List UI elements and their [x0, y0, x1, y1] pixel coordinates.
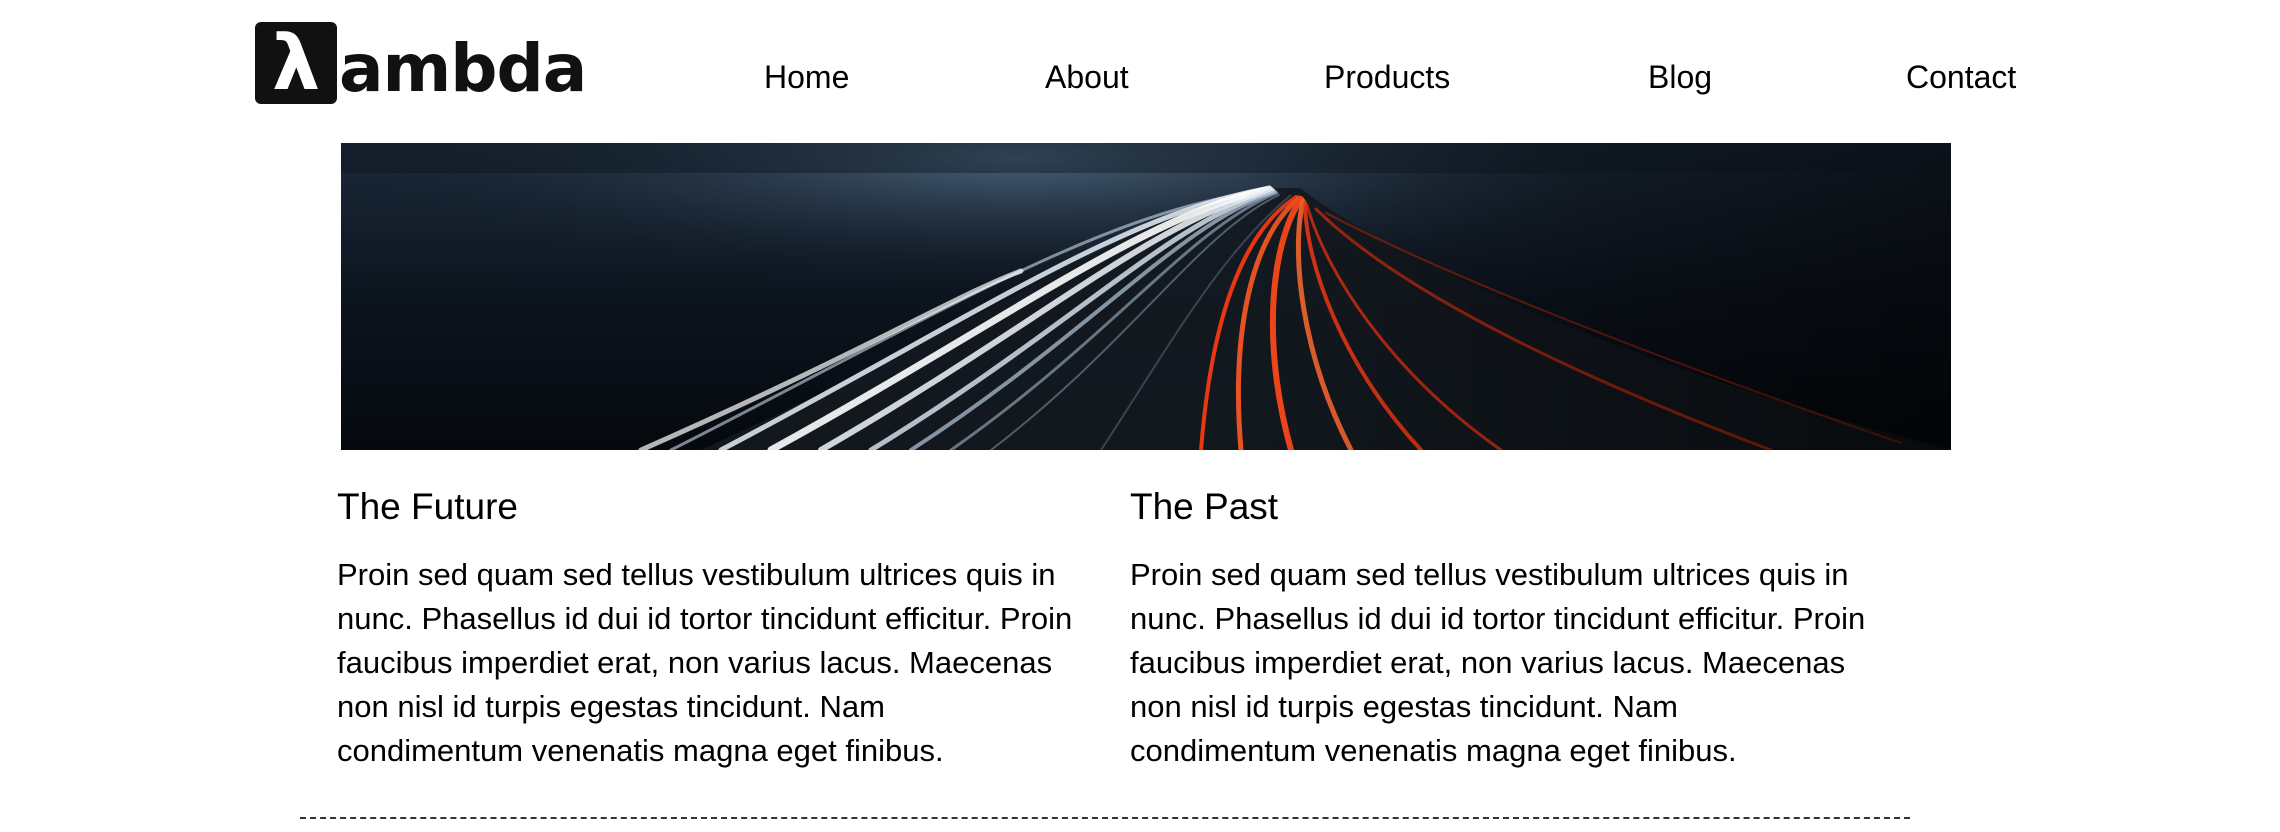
- highway-light-trails-image: [341, 143, 1951, 450]
- column-the-past: The Past Proin sed quam sed tellus vesti…: [1130, 485, 1870, 768]
- column-body: Proin sed quam sed tellus vestibulum ult…: [337, 557, 1073, 768]
- nav-blog[interactable]: Blog: [1648, 57, 1712, 97]
- nav-home[interactable]: Home: [764, 57, 849, 97]
- lambda-logo[interactable]: λ ambda: [255, 22, 587, 107]
- column-title: The Past: [1130, 486, 1279, 527]
- lambda-logo-mark: λ: [255, 22, 337, 104]
- page: λ ambda Home About Products Blog Contact: [0, 0, 2280, 832]
- lambda-symbol: λ: [271, 18, 321, 107]
- site-header: λ ambda Home About Products Blog Contact: [0, 0, 2280, 140]
- column-title: The Future: [337, 486, 518, 527]
- hero-image: [341, 143, 1951, 450]
- column-body: Proin sed quam sed tellus vestibulum ult…: [1130, 557, 1866, 768]
- logo-text: ambda: [339, 30, 587, 107]
- nav-about[interactable]: About: [1045, 57, 1129, 97]
- dashed-divider: [300, 817, 1910, 819]
- column-the-future: The Future Proin sed quam sed tellus ves…: [337, 485, 1077, 768]
- nav-contact[interactable]: Contact: [1906, 57, 2016, 97]
- nav-products[interactable]: Products: [1324, 57, 1450, 97]
